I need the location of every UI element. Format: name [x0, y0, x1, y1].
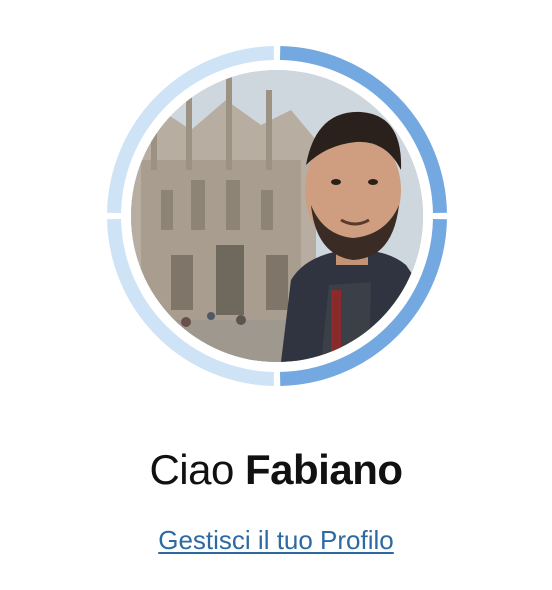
profile-progress-ring [97, 36, 457, 396]
user-name: Fabiano [245, 446, 403, 493]
profile-card: Ciao Fabiano Gestisci il tuo Profilo [0, 0, 552, 590]
profile-link-wrap: Gestisci il tuo Profilo [0, 522, 552, 558]
greeting-prefix: Ciao [149, 446, 234, 493]
manage-profile-link[interactable]: Gestisci il tuo Profilo [158, 525, 394, 555]
greeting-heading: Ciao Fabiano [0, 444, 552, 496]
avatar[interactable] [131, 70, 423, 362]
user-photo-icon [131, 70, 423, 362]
